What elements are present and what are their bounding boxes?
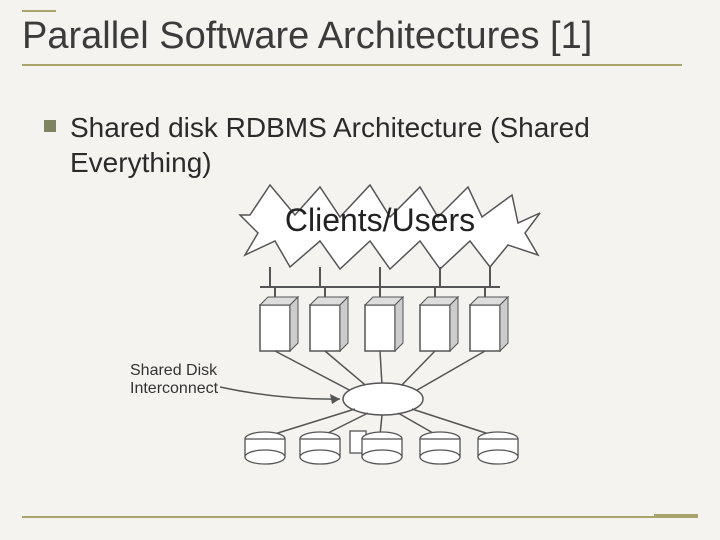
server-node-icon [470, 297, 508, 351]
bullet-text: Shared disk RDBMS Architecture (Shared E… [70, 110, 680, 180]
clients-users-label: Clients/Users [285, 202, 475, 238]
disk-icon [300, 432, 340, 464]
disk-icon [362, 432, 402, 464]
interconnect-label-line1: Shared Disk [130, 362, 218, 379]
title-rule-bottom [22, 64, 682, 66]
server-node-icon [365, 297, 403, 351]
title-rule-top [22, 10, 56, 12]
server-node-icon [310, 297, 348, 351]
footer-rule-tab [654, 514, 698, 516]
footer-rule [22, 516, 698, 518]
title-block: Parallel Software Architectures [1] [22, 10, 698, 66]
body-area: Shared disk RDBMS Architecture (Shared E… [44, 110, 680, 180]
server-node-icon [420, 297, 458, 351]
square-bullet-icon [44, 120, 56, 132]
slide-title: Parallel Software Architectures [1] [22, 16, 698, 58]
architecture-diagram: Clients/Users [120, 175, 600, 495]
disk-icon [245, 432, 285, 464]
interconnect-label-line2: Interconnect [130, 380, 219, 397]
bullet-item: Shared disk RDBMS Architecture (Shared E… [44, 110, 680, 180]
disk-icon [420, 432, 460, 464]
disk-icon [478, 432, 518, 464]
server-node-icon [260, 297, 298, 351]
arrow-line-icon [220, 387, 340, 399]
interconnect-icon [343, 383, 423, 415]
arrow-head-icon [330, 394, 340, 404]
slide: Parallel Software Architectures [1] Shar… [0, 0, 720, 540]
